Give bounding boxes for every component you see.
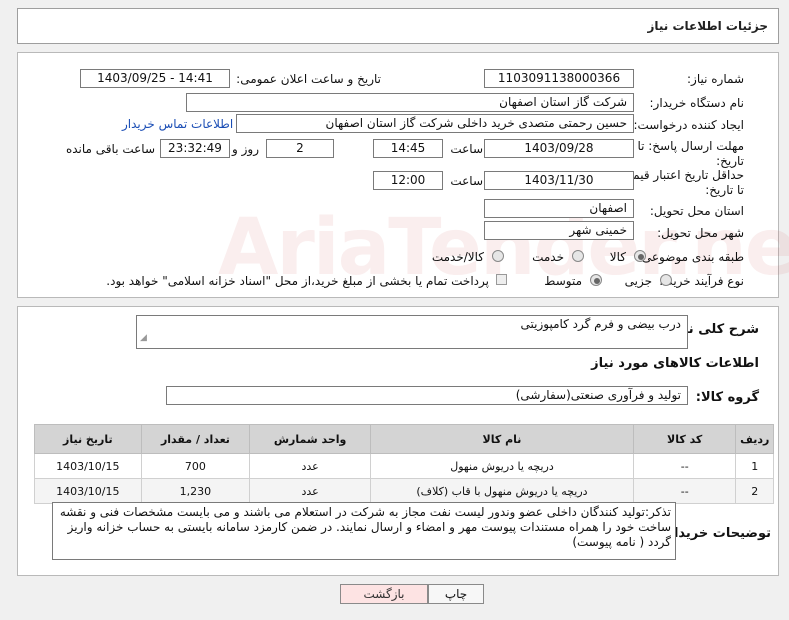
province-field: اصفهان	[484, 199, 634, 218]
col-header-quantity: تعداد / مقدار	[140, 424, 251, 454]
cell-code: --	[632, 478, 737, 504]
cell-unit: عدد	[249, 478, 372, 504]
validity-date-field: 1403/11/30	[484, 171, 634, 190]
cell-need-date: 1403/10/15	[34, 453, 142, 479]
city-label: شهر محل تحویل:	[657, 226, 744, 240]
col-header-unit: واحد شمارش	[249, 424, 372, 454]
col-header-row-number: ردیف	[735, 424, 774, 454]
cell-row-number: 2	[735, 478, 774, 504]
category-radio-service[interactable]	[572, 250, 584, 262]
category-radio-goods[interactable]	[634, 250, 646, 262]
announce-field: 1403/09/25 - 14:41	[80, 69, 230, 88]
cell-quantity: 1,230	[140, 478, 251, 504]
goods-group-field: تولید و فرآوری صنعتی(سفارشی)	[166, 386, 688, 405]
table-header-row: ردیف کد کالا نام کالا واحد شمارش تعداد /…	[34, 424, 774, 454]
goods-info-title: اطلاعات کالاهای مورد نیاز	[591, 356, 759, 371]
reply-date-field: 1403/09/28	[484, 139, 634, 158]
goods-table: ردیف کد کالا نام کالا واحد شمارش تعداد /…	[34, 424, 774, 504]
buyer-org-label: نام دستگاه خریدار:	[649, 96, 745, 110]
process-radio-medium[interactable]	[590, 274, 602, 286]
category-option-goods: کالا	[609, 250, 626, 264]
buyer-notes-text: تذکر:تولید کنندگان داخلی عضو وندور لیست …	[59, 505, 671, 549]
reply-time-label: ساعت	[450, 142, 483, 156]
table-row: 2 -- دریچه یا دریوش منهول با قاب (کلاف) …	[34, 478, 774, 504]
validity-time-field: 12:00	[373, 171, 443, 190]
province-label: استان محل تحویل:	[649, 204, 744, 218]
goods-table-wrap: ردیف کد کالا نام کالا واحد شمارش تعداد /…	[34, 424, 774, 504]
print-button[interactable]: چاپ	[428, 584, 484, 604]
process-radio-minor[interactable]	[660, 274, 672, 286]
remaining-label: ساعت باقی مانده	[65, 142, 155, 156]
page-title: جزئیات اطلاعات نیاز	[647, 19, 768, 33]
cell-name: دریچه یا دریوش منهول با قاب (کلاف)	[370, 478, 634, 504]
cell-quantity: 700	[140, 453, 251, 479]
reply-time-field: 14:45	[373, 139, 443, 158]
process-option-minor: جزیی	[624, 274, 652, 288]
days-label: روز و	[232, 142, 259, 156]
buyer-notes-field: تذکر:تولید کنندگان داخلی عضو وندور لیست …	[52, 502, 676, 560]
col-header-name: نام کالا	[370, 424, 634, 454]
city-field: خمینی شهر	[484, 221, 634, 240]
page-header: جزئیات اطلاعات نیاز	[17, 8, 779, 44]
cell-code: --	[632, 453, 737, 479]
need-number-field: 1103091138000366	[484, 69, 634, 88]
category-radio-goods-service[interactable]	[492, 250, 504, 262]
cell-name: دریچه یا دریوش منهول	[370, 453, 634, 479]
process-option-medium: متوسط	[544, 274, 582, 288]
cell-unit: عدد	[249, 453, 372, 479]
back-button[interactable]: بازگشت	[340, 584, 428, 604]
remaining-time-field: 23:32:49	[160, 139, 230, 158]
buyer-org-field: شرکت گاز استان اصفهان	[186, 93, 634, 112]
category-option-service: خدمت	[532, 250, 564, 264]
creator-field: حسین رحمتی متصدی خرید داخلی شرکت گاز است…	[236, 114, 634, 133]
treasury-payment-checkbox[interactable]	[496, 274, 507, 285]
remaining-days-field: 2	[266, 139, 334, 158]
need-number-label: شماره نیاز:	[687, 72, 744, 86]
col-header-code: کد کالا	[632, 424, 737, 454]
treasury-payment-note: پرداخت تمام یا بخشی از مبلغ خرید،از محل …	[106, 274, 489, 288]
buyer-notes-label: توضیحات خریدار:	[661, 526, 771, 541]
table-row: 1 -- دریچه یا دریوش منهول عدد 700 1403/1…	[34, 453, 774, 479]
validity-time-label: ساعت	[450, 174, 483, 188]
reply-deadline-label: مهلت ارسال پاسخ: تا تاریخ:	[637, 139, 744, 168]
cell-need-date: 1403/10/15	[34, 478, 142, 504]
cell-row-number: 1	[735, 453, 774, 479]
goods-group-label: گروه کالا:	[695, 390, 759, 405]
buyer-contact-link[interactable]: اطلاعات تماس خریدار	[122, 117, 233, 131]
description-field: درب بیضی و فرم گرد کامپوزیتی ◢	[136, 315, 688, 349]
resize-grip-icon: ◢	[140, 333, 147, 343]
description-text: درب بیضی و فرم گرد کامپوزیتی	[520, 317, 681, 331]
col-header-need-date: تاریخ نیاز	[34, 424, 142, 454]
announce-label: تاریخ و ساعت اعلان عمومی:	[236, 72, 381, 86]
creator-label: ایجاد کننده درخواست:	[633, 118, 744, 132]
category-label: طبقه بندی موضوعی:	[637, 250, 744, 264]
category-option-goods-service: کالا/خدمت	[431, 250, 484, 264]
